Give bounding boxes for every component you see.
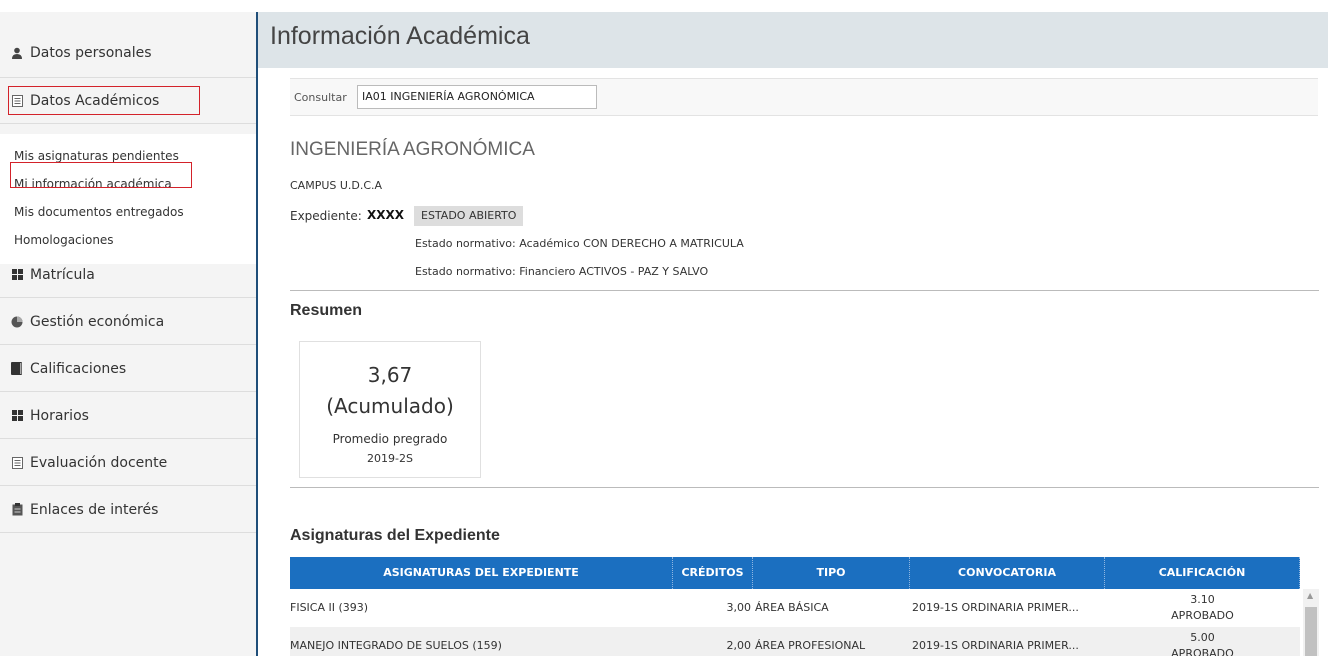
column-header-calificacion[interactable]: CALIFICACIÓN (1105, 557, 1300, 589)
summary-card: 3,67 (Acumulado) Promedio pregrado 2019-… (299, 341, 481, 478)
sidebar-item-calificaciones[interactable]: Calificaciones (0, 346, 256, 392)
sidebar-item-label: Matrícula (30, 266, 95, 283)
campus-label: CAMPUS U.D.C.A (290, 179, 383, 192)
submenu-documentos-entregados[interactable]: Mis documentos entregados (14, 202, 184, 222)
grade-value: 5.00 (1190, 631, 1215, 644)
page-title: Información Académica (270, 22, 530, 50)
summary-value: 3,67 (367, 363, 413, 387)
subject-convocatoria: 2019-1S ORDINARIA PRIMER... (912, 601, 1079, 614)
column-header-convocatoria[interactable]: CONVOCATORIA (910, 557, 1105, 589)
sidebar-item-matricula[interactable]: Matrícula (0, 252, 256, 298)
sidebar-item-label: Calificaciones (30, 360, 127, 377)
table-scrollbar[interactable]: ▲ (1303, 589, 1319, 656)
subject-credits: 2,00 (726, 639, 752, 652)
subject-type: ÁREA PROFESIONAL (755, 639, 866, 652)
resumen-heading: Resumen (290, 302, 363, 319)
expediente-value: XXXX (367, 208, 405, 222)
consult-bar: Consultar IA01 INGENIERÍA AGRONÓMICA (290, 78, 1318, 116)
subject-name: MANEJO INTEGRADO DE SUELOS (159) (290, 639, 502, 652)
summary-type: (Acumulado) (326, 394, 454, 418)
sidebar-item-evaluacion-docente[interactable]: Evaluación docente (0, 440, 256, 486)
normativo-academico: Estado normativo: Académico CON DERECHO … (415, 237, 744, 250)
grid-icon (10, 268, 24, 282)
subject-type: ÁREA BÁSICA (755, 601, 829, 614)
consult-label: Consultar (294, 91, 347, 104)
sidebar-item-horarios[interactable]: Horarios (0, 393, 256, 439)
highlight-box (10, 162, 192, 188)
column-header-asignatura[interactable]: ASIGNATURAS DEL EXPEDIENTE (290, 557, 673, 589)
sidebar-item-datos-personales[interactable]: Datos personales (0, 28, 256, 78)
program-select[interactable]: IA01 INGENIERÍA AGRONÓMICA (357, 85, 597, 109)
title-bar: Información Académica (258, 12, 1328, 68)
sidebar-item-gestion-economica[interactable]: Gestión económica (0, 299, 256, 345)
subject-credits: 3,00 (726, 601, 752, 614)
sidebar-item-label: Gestión económica (30, 313, 165, 330)
expediente-label: Expediente: (290, 209, 362, 223)
scroll-thumb[interactable] (1305, 607, 1317, 656)
table-row[interactable]: MANEJO INTEGRADO DE SUELOS (159) 2,00 ÁR… (290, 627, 1300, 656)
sidebar-item-enlaces[interactable]: Enlaces de interés (0, 487, 256, 533)
person-icon (10, 46, 24, 60)
sidebar-divider (256, 12, 258, 656)
subject-grade: 5.00 APROBADO (1105, 627, 1300, 656)
divider (290, 290, 1319, 291)
sidebar-item-label: Enlaces de interés (30, 501, 159, 518)
grade-status: APROBADO (1171, 609, 1234, 622)
sidebar-item-label: Datos personales (30, 44, 152, 61)
subject-name: FISICA II (393) (290, 601, 369, 614)
subject-grade: 3.10 APROBADO (1105, 589, 1300, 627)
grid-icon (10, 409, 24, 423)
table-row[interactable]: FISICA II (393) 3,00 ÁREA BÁSICA 2019-1S… (290, 589, 1300, 627)
pie-icon (10, 315, 24, 329)
subjects-heading: Asignaturas del Expediente (290, 527, 500, 544)
summary-label: Promedio pregrado (332, 432, 448, 446)
highlight-box (8, 86, 200, 115)
sidebar-item-label: Evaluación docente (30, 454, 168, 471)
status-badge: ESTADO ABIERTO (414, 206, 524, 226)
column-header-tipo[interactable]: TIPO (753, 557, 910, 589)
grade-value: 3.10 (1190, 593, 1215, 606)
subject-convocatoria: 2019-1S ORDINARIA PRIMER... (912, 639, 1079, 652)
column-header-creditos[interactable]: CRÉDITOS (673, 557, 753, 589)
scroll-up-arrow-icon[interactable]: ▲ (1307, 591, 1313, 600)
normativo-financiero: Estado normativo: Financiero ACTIVOS - P… (415, 265, 709, 278)
divider (290, 487, 1319, 488)
submenu-homologaciones[interactable]: Homologaciones (14, 230, 114, 250)
academic-submenu: Mis asignaturas pendientes Mi informació… (0, 134, 256, 264)
book-icon (10, 362, 24, 376)
list-icon (10, 456, 24, 470)
program-name: INGENIERÍA AGRONÓMICA (290, 139, 535, 160)
clipboard-icon (10, 503, 24, 517)
sidebar-item-label: Horarios (30, 407, 89, 424)
grade-status: APROBADO (1171, 647, 1234, 656)
summary-period: 2019-2S (367, 452, 413, 465)
